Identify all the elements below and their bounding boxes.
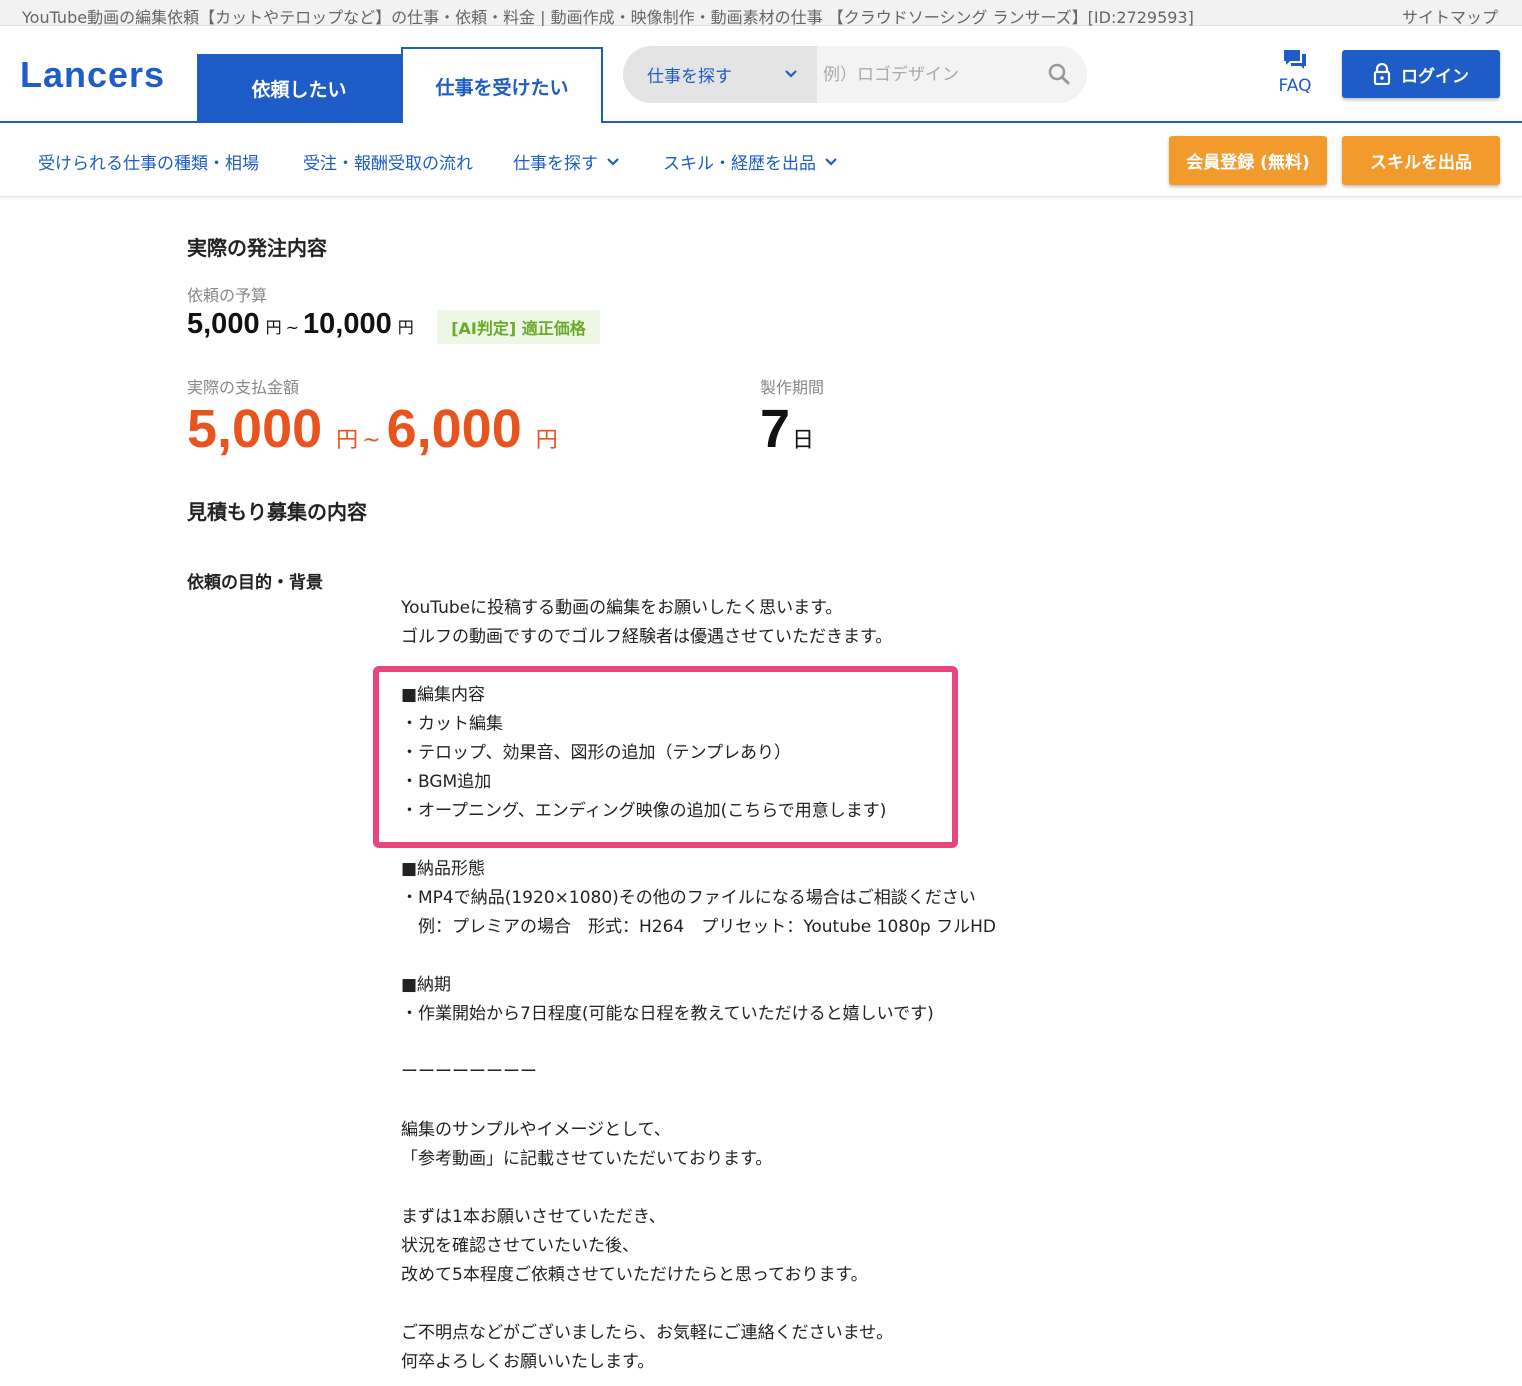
subnav-item-sell-skills[interactable]: スキル・経歴を出品: [663, 149, 838, 174]
search-icon[interactable]: [1047, 62, 1071, 86]
subnav-item-order-flow[interactable]: 受注・報酬受取の流れ: [303, 149, 473, 174]
search-category-label: 仕事を探す: [647, 67, 732, 87]
chevron-down-icon: [825, 157, 837, 166]
subnav-label: 受けられる仕事の種類・相場: [38, 154, 259, 174]
range-tilde: ~: [285, 318, 299, 337]
description-line: まずは1本お願いさせていただき、: [401, 1207, 666, 1227]
yen-unit: 円: [336, 428, 359, 453]
description-line: ・オープニング、エンディング映像の追加(こちらで用意します): [401, 801, 887, 821]
range-tilde: ~: [362, 428, 381, 453]
description-deadline: ■納期 ・作業開始から7日程度(可能な日程を教えていただけると嬉しいです): [401, 971, 934, 1029]
subnav-item-find-jobs[interactable]: 仕事を探す: [513, 149, 620, 174]
tab-worker[interactable]: 仕事を受けたい: [401, 47, 603, 125]
description-divider: ーーーーーーーー: [401, 1062, 537, 1082]
description-line: ご不明点などがございましたら、お気軽にご連絡くださいませ。: [401, 1323, 894, 1343]
description-edit-content: ■編集内容 ・カット編集 ・テロップ、効果音、図形の追加（テンプレあり） ・BG…: [401, 681, 886, 826]
description-line: ■納品形態: [401, 859, 486, 879]
search-category-select[interactable]: 仕事を探す: [623, 46, 817, 103]
login-button[interactable]: ログイン: [1342, 50, 1500, 98]
budget-max: 10,000: [303, 308, 392, 340]
description-line: ・MP4で納品(1920×1080)その他のファイルになる場合はご相談ください: [401, 888, 976, 908]
search-bar: 仕事を探す: [623, 46, 1087, 103]
sub-navigation: 受けられる仕事の種類・相場 受注・報酬受取の流れ 仕事を探す スキル・経歴を出品…: [0, 123, 1522, 197]
description-line: 例：プレミアの場合 形式：H264 プリセット：Youtube 1080p フル…: [401, 917, 996, 937]
chevron-down-icon: [785, 70, 797, 78]
payment-max: 6,000: [386, 399, 522, 459]
faq-label: FAQ: [1278, 76, 1312, 96]
description-sample: 編集のサンプルやイメージとして、 「参考動画」に記載させていただいております。: [401, 1116, 772, 1174]
yen-unit: 円: [265, 318, 282, 337]
period-label: 製作期間: [760, 378, 825, 397]
description-line: 編集のサンプルやイメージとして、: [401, 1120, 671, 1140]
budget-min: 5,000: [187, 308, 260, 340]
period-unit: 日: [792, 428, 815, 453]
description-line: ■納期: [401, 975, 452, 995]
description-line: 何卒よろしくお願いいたします。: [401, 1352, 655, 1372]
subnav-label: スキル・経歴を出品: [663, 154, 816, 174]
tab-client[interactable]: 依頼したい: [197, 54, 401, 123]
sell-skill-button[interactable]: スキルを出品: [1342, 136, 1500, 185]
description-intro: YouTubeに投稿する動画の編集をお願いしたく思います。 ゴルフの動画ですので…: [401, 594, 892, 652]
payment-range: 5,000 円 ~ 6,000 円: [187, 398, 562, 460]
lancers-logo[interactable]: Lancers: [20, 54, 165, 96]
description-plan: まずは1本お願いさせていただき、 状況を確認させていたいた後、 改めて5本程度ご…: [401, 1203, 868, 1290]
job-detail: 実際の発注内容 依頼の予算 5,000 円 ~ 10,000 円 [AI判定] …: [0, 198, 1522, 1386]
purpose-label: 依頼の目的・背景: [187, 573, 323, 593]
ai-price-badge: [AI判定] 適正価格: [437, 310, 600, 344]
description-line: 状況を確認させていたいた後、: [401, 1236, 639, 1256]
order-heading: 実際の発注内容: [187, 236, 327, 260]
description-delivery: ■納品形態 ・MP4で納品(1920×1080)その他のファイルになる場合はご相…: [401, 855, 996, 942]
login-label: ログイン: [1401, 66, 1469, 87]
description-line: ■編集内容: [401, 685, 486, 705]
search-input[interactable]: [823, 56, 1033, 93]
description-line: ・カット編集: [401, 714, 503, 734]
description-line: ・BGM追加: [401, 772, 492, 792]
description-line: YouTubeに投稿する動画の編集をお願いしたく思います。: [401, 598, 843, 618]
description-line: ゴルフの動画ですのでゴルフ経験者は優遇させていただきます。: [401, 627, 893, 647]
yen-unit: 円: [397, 318, 414, 337]
subnav-item-job-types[interactable]: 受けられる仕事の種類・相場: [38, 149, 259, 174]
window-title-bar: YouTube動画の編集依頼【カットやテロップなど】の仕事・依頼・料金 | 動画…: [0, 0, 1522, 28]
lock-icon: [1373, 63, 1391, 85]
window-title: YouTube動画の編集依頼【カットやテロップなど】の仕事・依頼・料金 | 動画…: [22, 8, 1194, 27]
subnav-label: 受注・報酬受取の流れ: [303, 154, 473, 174]
description-line: 「参考動画」に記載させていただいております。: [401, 1149, 773, 1169]
payment-label: 実際の支払金額: [187, 378, 300, 397]
budget-range: 5,000 円 ~ 10,000 円: [187, 308, 418, 341]
site-header: Lancers 依頼したい 仕事を受けたい 仕事を探す FAQ ログイン: [0, 26, 1522, 125]
budget-label: 依頼の予算: [187, 286, 268, 305]
estimate-heading: 見積もり募集の内容: [187, 500, 367, 524]
period-value: 7: [760, 399, 791, 459]
description-line: ・テロップ、効果音、図形の追加（テンプレあり）: [401, 743, 791, 763]
subnav-label: 仕事を探す: [513, 154, 598, 174]
production-period: 7 日: [760, 398, 814, 460]
description-line: 改めて5本程度ご依頼させていただけたらと思っております。: [401, 1265, 868, 1285]
description-closing: ご不明点などがございましたら、お気軽にご連絡くださいませ。 何卒よろしくお願いい…: [401, 1319, 893, 1377]
sitemap-link[interactable]: サイトマップ: [1402, 4, 1498, 28]
faq-link[interactable]: FAQ: [1272, 48, 1318, 96]
chevron-down-icon: [607, 157, 619, 166]
payment-min: 5,000: [187, 399, 323, 459]
register-button[interactable]: 会員登録 (無料): [1169, 136, 1327, 185]
chat-bubble-icon: [1284, 50, 1306, 69]
yen-unit: 円: [535, 428, 558, 453]
description-line: ・作業開始から7日程度(可能な日程を教えていただけると嬉しいです): [401, 1004, 934, 1024]
